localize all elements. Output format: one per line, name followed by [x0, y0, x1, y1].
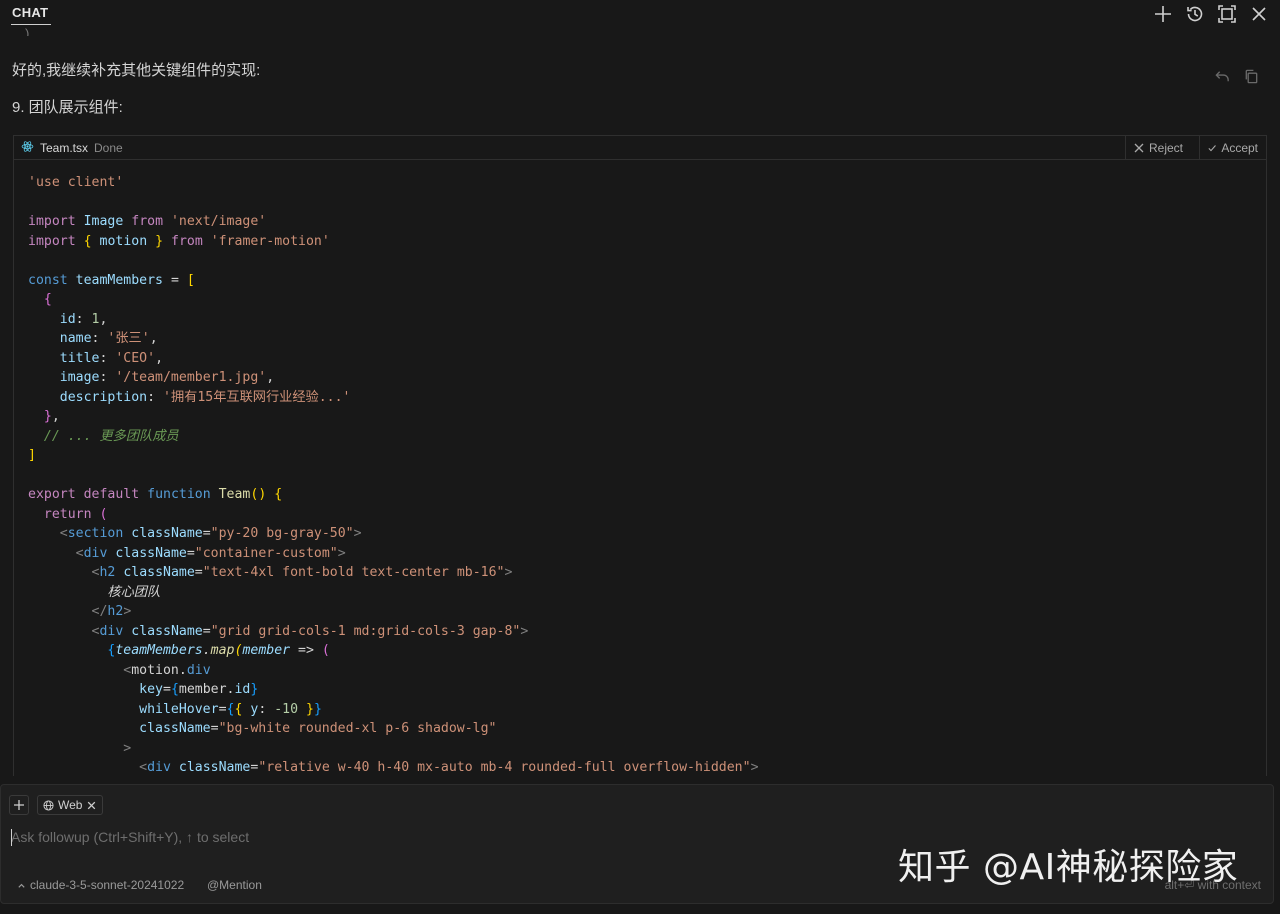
previous-message-fragment: …)… , …	[12, 26, 67, 36]
web-context-chip[interactable]: Web	[37, 795, 104, 815]
tab-chat[interactable]: CHAT	[12, 5, 48, 20]
text-caret	[11, 829, 12, 846]
close-icon[interactable]	[86, 800, 97, 811]
plus-icon	[14, 800, 24, 810]
copy-icon[interactable]	[1243, 68, 1260, 90]
reject-button[interactable]: Reject	[1125, 136, 1199, 159]
file-status: Done	[94, 141, 123, 155]
web-chip-label: Web	[58, 798, 83, 812]
new-chat-icon[interactable]	[1152, 3, 1174, 25]
chevron-up-icon	[18, 883, 25, 888]
accept-button[interactable]: Accept	[1199, 136, 1266, 159]
model-selector[interactable]: claude-3-5-sonnet-20241022	[17, 878, 184, 892]
model-name: claude-3-5-sonnet-20241022	[30, 878, 185, 892]
message-actions	[1214, 68, 1260, 90]
check-icon	[1208, 144, 1216, 151]
add-context-button[interactable]	[9, 795, 29, 815]
code-block-header: Team.tsx Done Reject Accept	[14, 136, 1266, 160]
close-icon	[1134, 143, 1144, 152]
reject-label: Reject	[1149, 140, 1184, 155]
mention-button[interactable]: @Mention	[207, 878, 262, 892]
code-content[interactable]: 'use client' import Image from 'next/ima…	[28, 173, 759, 776]
header-actions	[1152, 3, 1270, 25]
close-icon[interactable]	[1248, 3, 1270, 25]
chat-header: CHAT	[0, 0, 1280, 28]
history-icon[interactable]	[1184, 3, 1206, 25]
followup-input[interactable]: Ask followup (Ctrl+Shift+Y), ↑ to select	[11, 829, 249, 845]
file-name: Team.tsx	[40, 141, 89, 155]
section-heading: 9. 团队展示组件:	[12, 99, 123, 116]
globe-icon	[43, 799, 54, 811]
watermark: 知乎 @AI神秘探险家	[898, 847, 1239, 888]
undo-icon[interactable]	[1214, 68, 1231, 90]
code-block: Team.tsx Done Reject Accept 'use client'…	[13, 135, 1267, 776]
react-icon	[21, 140, 34, 156]
accept-label: Accept	[1221, 140, 1258, 155]
file-info[interactable]: Team.tsx Done	[21, 140, 123, 156]
assistant-message-text: 好的,我继续补充其他关键组件的实现:	[12, 62, 261, 79]
maximize-icon[interactable]	[1216, 3, 1238, 25]
